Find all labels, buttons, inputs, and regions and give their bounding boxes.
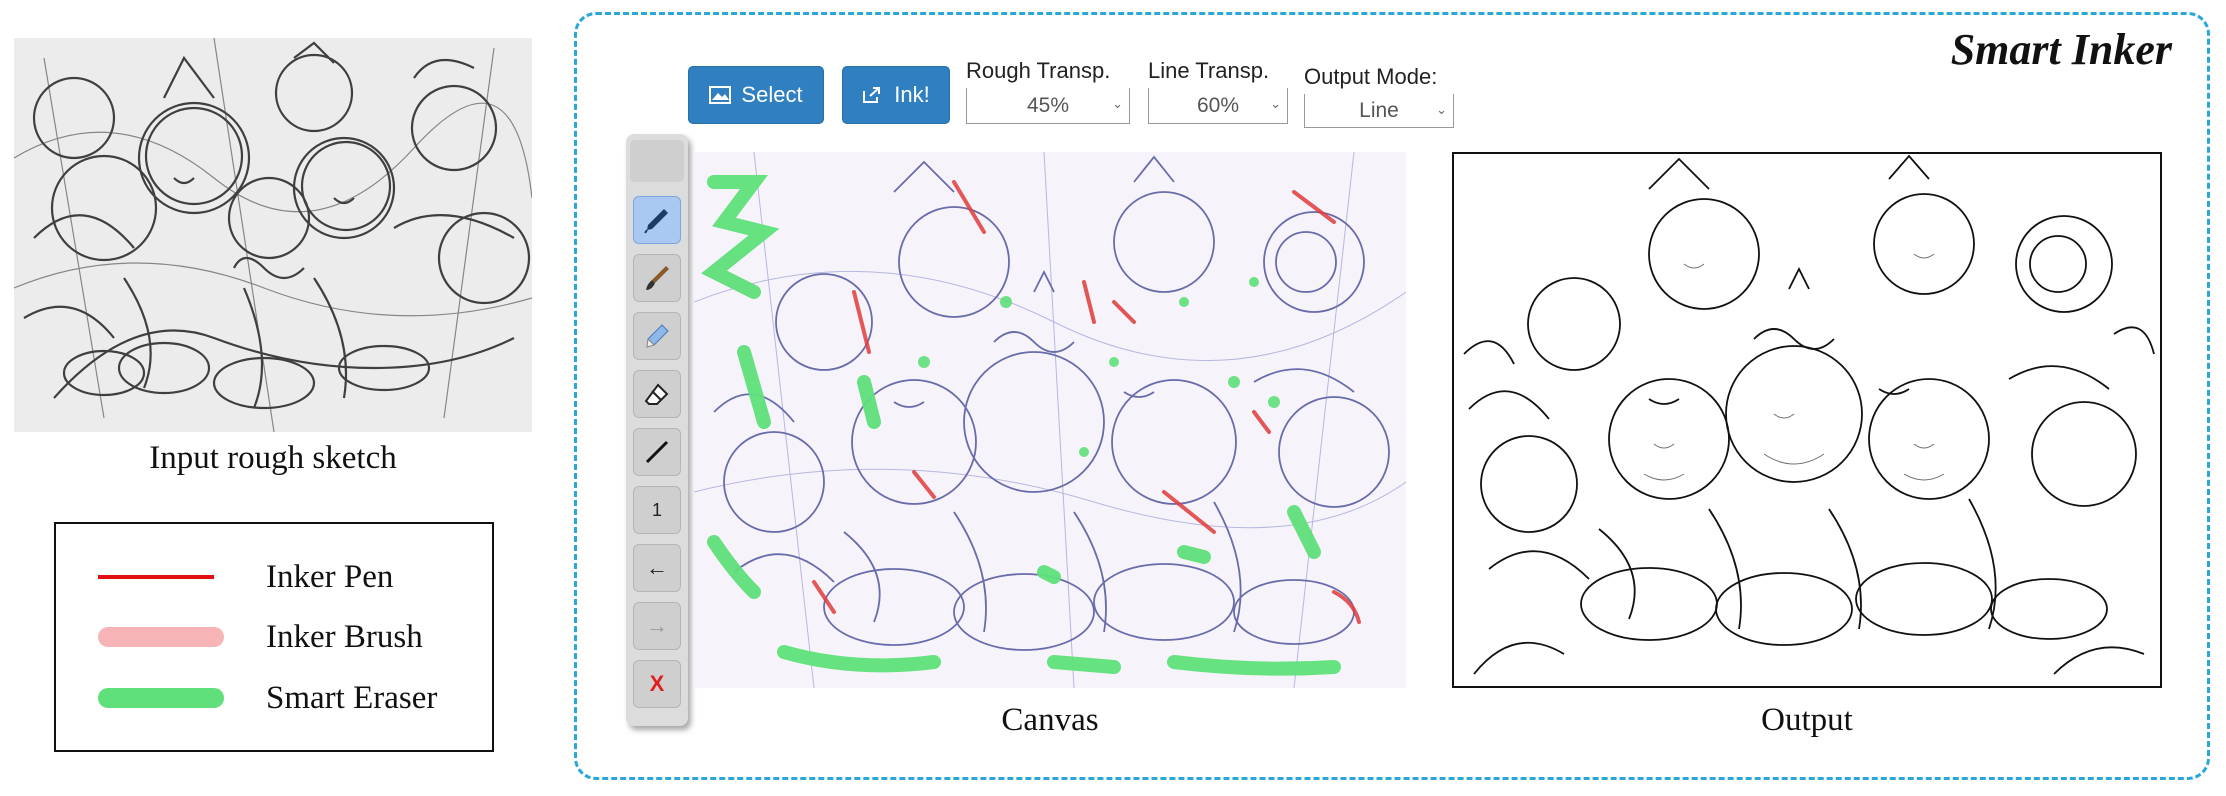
arrow-left-icon: ← (646, 555, 668, 580)
legend-item-inker-brush: Inker Brush (56, 612, 492, 662)
ink-button-label: Ink! (894, 82, 930, 107)
clear-tool[interactable]: X (633, 660, 681, 708)
marker-icon (642, 321, 672, 351)
smart-eraser-swatch (98, 688, 224, 708)
rough-transparency-select[interactable]: 45% ⌄ (966, 88, 1130, 124)
output-mode-select[interactable]: Line ⌄ (1304, 94, 1454, 128)
eraser-icon (642, 379, 672, 409)
arrow-right-icon: → (646, 613, 668, 638)
smart-eraser-tool[interactable] (633, 312, 681, 360)
line-transparency-label: Line Transp. (1148, 58, 1270, 83)
line-transparency-control: Line Transp. 60% ⌄ (1148, 58, 1288, 124)
inker-brush-swatch (98, 627, 224, 647)
chevron-down-icon: ⌄ (1436, 102, 1447, 117)
image-icon (709, 86, 732, 104)
canvas-caption: Canvas (1001, 702, 1099, 738)
legend-label: Inker Brush (266, 619, 423, 655)
redo-tool[interactable]: → (633, 602, 681, 650)
output-mode-label: Output Mode: (1304, 64, 1438, 89)
chevron-down-icon: ⌄ (1270, 96, 1281, 111)
inker-pen-tool[interactable] (633, 196, 681, 244)
line-transparency-value: 60% (1196, 93, 1240, 117)
external-link-icon (862, 86, 884, 104)
size-icon: 1 (651, 499, 662, 520)
palette-handle[interactable] (630, 140, 684, 182)
legend-item-smart-eraser: Smart Eraser (56, 673, 492, 723)
eraser-tool[interactable] (633, 370, 681, 418)
output-caption: Output (1761, 702, 1853, 738)
drawing-canvas[interactable] (694, 152, 1406, 688)
input-caption: Input rough sketch (149, 440, 397, 476)
legend-label: Inker Pen (266, 559, 394, 595)
input-sketch-image (14, 38, 532, 432)
line-tool[interactable] (633, 428, 681, 476)
brush-icon (642, 263, 672, 293)
inker-pen-swatch (98, 575, 214, 579)
rough-transparency-label: Rough Transp. (966, 58, 1111, 83)
legend: Inker Pen Inker Brush Smart Eraser (54, 522, 494, 752)
chevron-down-icon: ⌄ (1112, 96, 1123, 111)
rough-transparency-value: 45% (1026, 93, 1070, 117)
close-icon: X (649, 671, 665, 696)
size-tool[interactable]: 1 (633, 486, 681, 534)
output-preview (1452, 152, 2162, 688)
line-transparency-select[interactable]: 60% ⌄ (1148, 88, 1288, 124)
line-icon (642, 437, 672, 467)
output-mode-control: Output Mode: Line ⌄ (1304, 58, 1456, 128)
rough-transparency-control: Rough Transp. 45% ⌄ (966, 58, 1130, 124)
output-mode-value: Line (1359, 98, 1399, 122)
ink-button[interactable]: Ink! (842, 66, 950, 124)
tool-palette: 1 ← → X (626, 134, 688, 726)
app-title: Smart Inker (1950, 25, 2172, 74)
inker-brush-tool[interactable] (633, 254, 681, 302)
select-button-label: Select (741, 82, 803, 107)
legend-item-inker-pen: Inker Pen (56, 552, 492, 602)
select-button[interactable]: Select (688, 66, 824, 124)
pen-icon (642, 205, 672, 235)
undo-tool[interactable]: ← (633, 544, 681, 592)
legend-label: Smart Eraser (266, 680, 438, 716)
